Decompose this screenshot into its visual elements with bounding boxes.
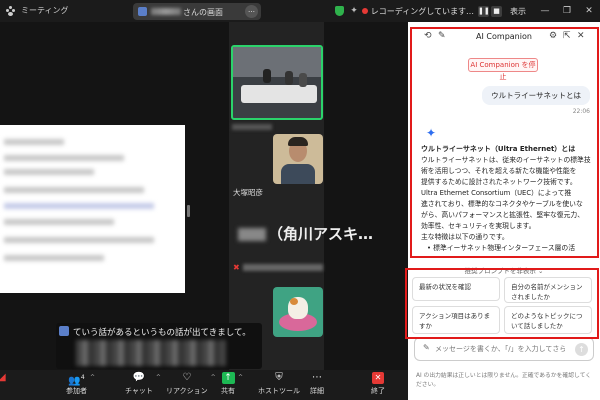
participant-name: 大塚昭彦 (233, 188, 263, 197)
minimize-button[interactable]: — (534, 6, 556, 16)
ai-sparkle-icon[interactable]: ✦ (350, 6, 358, 16)
end-meeting-button[interactable]: ✕ 終了 (371, 372, 385, 396)
live-caption: ていう話があるというもの話が出てきまして。 (56, 323, 262, 369)
app-title: ミーティング (6, 5, 69, 16)
caption-blurred-text (76, 340, 226, 366)
resize-handle[interactable] (187, 205, 190, 217)
participant-name-blurred (242, 264, 323, 271)
heart-icon: ♡ (182, 372, 192, 383)
meeting-stage (0, 22, 408, 370)
paw-icon (6, 5, 16, 16)
highlight-box-response (410, 27, 599, 258)
share-label: さんの画面 (183, 8, 223, 17)
ai-message-input[interactable]: ✎ ↑ (414, 337, 594, 361)
camera-off-icon: ◢ (0, 372, 6, 383)
sharer-name-blurred (151, 8, 181, 15)
participant-avatar-cat[interactable] (273, 287, 323, 337)
participants-icon: 👥4 (68, 374, 85, 387)
ellipsis-icon: ⋯ (312, 372, 322, 383)
muted-participant-row: ✖ (233, 263, 323, 272)
meeting-title: ミーティング (21, 6, 69, 15)
security-shield-icon[interactable] (335, 6, 345, 16)
muted-mic-icon: ✖ (233, 263, 240, 272)
pause-recording-button[interactable]: ❚❚ (478, 5, 490, 17)
shield-icon: ⛨ (275, 372, 283, 383)
share-screen-button[interactable]: ↑ 共有 ^ (221, 372, 243, 396)
participant-large-name: （角川アスキ… (238, 223, 373, 244)
more-button[interactable]: ⋯ 詳細 (310, 372, 324, 396)
message-field[interactable] (435, 342, 565, 356)
meeting-toolbar: ◢. 👥4 参加者^ 💬 チャット^ ♡ リアクション^ ↑ 共有^ ⛨ ホスト… (0, 370, 408, 400)
highlight-box-suggestions (405, 268, 599, 339)
stop-recording-button[interactable]: ■ (491, 5, 502, 17)
share-icon (138, 7, 147, 16)
caption-text: ていう話があるというもの話が出てきまして。 (73, 328, 251, 338)
ai-disclaimer: AI の出力結果は正しいとは限りません。正確であるかを確認してください。 (416, 373, 592, 388)
screen-share-indicator[interactable]: さんの画面 … (133, 3, 261, 20)
caption-icon (59, 326, 69, 336)
more-options-icon[interactable]: … (245, 5, 258, 18)
maximize-button[interactable]: ❐ (556, 6, 578, 16)
pen-icon: ✎ (423, 343, 430, 352)
end-icon: ✕ (372, 372, 384, 384)
recording-dot-icon (361, 8, 368, 14)
reactions-button[interactable]: ♡ リアクション ^ (166, 372, 216, 396)
video-tile-meeting-room[interactable] (231, 45, 323, 120)
video-button[interactable]: ◢. (0, 372, 6, 394)
participants-button[interactable]: 👥4 参加者 ^ (66, 372, 95, 396)
participant-avatar-photo[interactable] (273, 134, 323, 184)
shared-screen-content (0, 125, 185, 293)
title-bar: ミーティング さんの画面 … ✦ レコーディングしています… ❚❚ ■ 表示 —… (0, 0, 600, 22)
close-window-button[interactable]: ✕ (578, 6, 600, 16)
share-screen-icon: ↑ (221, 372, 235, 384)
send-icon[interactable]: ↑ (575, 343, 588, 356)
tile-name-blurred (232, 124, 272, 130)
view-menu[interactable]: 表示 (510, 6, 526, 17)
chat-icon: 💬 (132, 372, 146, 383)
recording-status: レコーディングしています… (370, 6, 474, 16)
chat-button[interactable]: 💬 チャット ^ (125, 372, 161, 396)
host-tools-button[interactable]: ⛨ ホストツール (258, 372, 300, 396)
